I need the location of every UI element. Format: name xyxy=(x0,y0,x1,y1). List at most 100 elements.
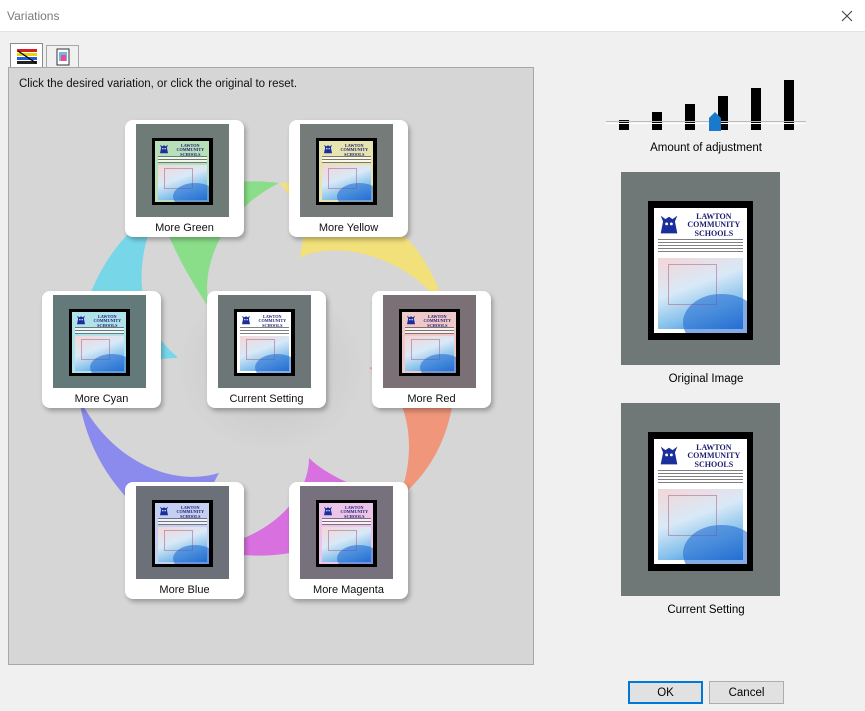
current-setting-preview: LAWTON COMMUNITY SCHOOLS xyxy=(621,403,780,596)
flyer-border: LAWTON COMMUNITY SCHOOLS xyxy=(315,499,378,567)
blue-devil-logo-icon xyxy=(242,315,251,325)
variation-label: More Red xyxy=(407,393,456,405)
close-icon xyxy=(841,10,853,22)
image-adjust-icon xyxy=(56,48,69,66)
tab-image-adjust[interactable] xyxy=(46,45,79,68)
flyer-page: LAWTON COMMUNITY SCHOOLS xyxy=(654,207,747,333)
flyer-map-graphic xyxy=(657,257,747,333)
flyer-body-text xyxy=(321,156,372,163)
ok-button[interactable]: OK xyxy=(628,681,703,704)
blue-devil-logo-icon xyxy=(660,446,678,464)
slider-thumb[interactable] xyxy=(709,112,721,131)
flyer-body-text xyxy=(657,470,743,484)
flyer-body-text xyxy=(404,327,455,334)
flyer-map-graphic xyxy=(157,165,210,202)
flyer-page: LAWTON COMMUNITY SCHOOLS xyxy=(237,312,292,373)
flyer-page: LAWTON COMMUNITY SCHOOLS xyxy=(155,141,210,202)
flyer-map-graphic xyxy=(157,527,210,564)
flyer-title: LAWTON COMMUNITY SCHOOLS xyxy=(337,505,372,519)
variation-more-magenta[interactable]: LAWTON COMMUNITY SCHOOLS More Magenta xyxy=(289,482,408,599)
flyer-body-text xyxy=(657,239,743,253)
flyer-title: LAWTON COMMUNITY SCHOOLS xyxy=(90,314,125,328)
blue-devil-logo-icon xyxy=(77,315,86,325)
flyer-page: LAWTON COMMUNITY SCHOOLS xyxy=(402,312,457,373)
flyer-title: LAWTON COMMUNITY SCHOOLS xyxy=(337,143,372,157)
adjustment-level-bar xyxy=(685,104,695,130)
variation-more-yellow[interactable]: LAWTON COMMUNITY SCHOOLS More Yellow xyxy=(289,120,408,237)
variation-more-red[interactable]: LAWTON COMMUNITY SCHOOLS More Red xyxy=(372,291,491,408)
flyer-body-text xyxy=(239,327,290,334)
blue-devil-logo-icon xyxy=(324,506,333,516)
variations-panel: Click the desired variation, or click th… xyxy=(8,67,534,665)
blue-devil-logo-icon xyxy=(407,315,416,325)
flyer-page: LAWTON COMMUNITY SCHOOLS xyxy=(319,141,374,202)
flyer-title-line: SCHOOLS xyxy=(694,228,734,238)
current-setting-label: Current Setting xyxy=(667,604,745,616)
flyer-title-line: SCHOOLS xyxy=(694,459,734,469)
flyer-border: LAWTON COMMUNITY SCHOOLS xyxy=(151,499,214,567)
flyer-title: LAWTON COMMUNITY SCHOOLS xyxy=(684,443,744,469)
flyer-border: LAWTON COMMUNITY SCHOOLS xyxy=(648,200,753,340)
variation-current-setting[interactable]: LAWTON COMMUNITY SCHOOLS Current Setting xyxy=(207,291,326,408)
original-image-label: Original Image xyxy=(668,373,744,385)
flyer-map-graphic xyxy=(321,527,374,564)
flyer-map-graphic xyxy=(404,336,457,373)
variation-more-blue[interactable]: LAWTON COMMUNITY SCHOOLS More Blue xyxy=(125,482,244,599)
blue-devil-logo-icon xyxy=(160,506,169,516)
variation-thumbnail: LAWTON COMMUNITY SCHOOLS xyxy=(300,124,393,217)
window-title: Variations xyxy=(7,9,60,23)
tab-variations[interactable] xyxy=(10,43,43,69)
original-image-preview[interactable]: LAWTON COMMUNITY SCHOOLS xyxy=(621,172,780,365)
variation-thumbnail: LAWTON COMMUNITY SCHOOLS xyxy=(300,486,393,579)
instruction-text: Click the desired variation, or click th… xyxy=(19,78,298,90)
flyer-map-graphic xyxy=(239,336,292,373)
flyer-map-graphic xyxy=(74,336,127,373)
slider-track[interactable] xyxy=(606,121,806,124)
flyer-border: LAWTON COMMUNITY SCHOOLS xyxy=(233,308,296,376)
flyer-page: LAWTON COMMUNITY SCHOOLS xyxy=(654,438,747,564)
adjustment-label: Amount of adjustment xyxy=(650,142,762,154)
flyer-title: LAWTON COMMUNITY SCHOOLS xyxy=(255,314,290,328)
flyer-border: LAWTON COMMUNITY SCHOOLS xyxy=(398,308,461,376)
flyer-map-graphic xyxy=(321,165,374,202)
variation-thumbnail: LAWTON COMMUNITY SCHOOLS xyxy=(218,295,311,388)
blue-devil-logo-icon xyxy=(660,215,678,233)
variation-label: Current Setting xyxy=(229,393,304,405)
flyer-body-text xyxy=(157,156,208,163)
flyer-title: LAWTON COMMUNITY SCHOOLS xyxy=(173,505,208,519)
variation-label: More Yellow xyxy=(318,222,379,234)
flyer-border: LAWTON COMMUNITY SCHOOLS xyxy=(315,137,378,205)
adjustment-slider[interactable] xyxy=(606,60,806,140)
blue-devil-logo-icon xyxy=(324,144,333,154)
flyer-page: LAWTON COMMUNITY SCHOOLS xyxy=(319,503,374,564)
flyer-map-graphic xyxy=(657,488,747,564)
variation-thumbnail: LAWTON COMMUNITY SCHOOLS xyxy=(383,295,476,388)
flyer-border: LAWTON COMMUNITY SCHOOLS xyxy=(151,137,214,205)
blue-devil-logo-icon xyxy=(160,144,169,154)
variation-label: More Blue xyxy=(159,584,210,596)
variation-more-cyan[interactable]: LAWTON COMMUNITY SCHOOLS More Cyan xyxy=(42,291,161,408)
flyer-border: LAWTON COMMUNITY SCHOOLS xyxy=(68,308,131,376)
flyer-page: LAWTON COMMUNITY SCHOOLS xyxy=(72,312,127,373)
variation-label: More Green xyxy=(155,222,214,234)
flyer-body-text xyxy=(157,518,208,525)
variation-thumbnail: LAWTON COMMUNITY SCHOOLS xyxy=(136,486,229,579)
variation-more-green[interactable]: LAWTON COMMUNITY SCHOOLS More Green xyxy=(125,120,244,237)
cancel-button[interactable]: Cancel xyxy=(709,681,784,704)
title-bar: Variations xyxy=(0,0,865,32)
close-button[interactable] xyxy=(835,4,859,28)
flyer-title: LAWTON COMMUNITY SCHOOLS xyxy=(173,143,208,157)
flyer-body-text xyxy=(74,327,125,334)
color-bars-icon xyxy=(16,48,37,64)
flyer-body-text xyxy=(321,518,372,525)
variation-label: More Magenta xyxy=(313,584,384,596)
flyer-title: LAWTON COMMUNITY SCHOOLS xyxy=(420,314,455,328)
current-setting-thumbnail: LAWTON COMMUNITY SCHOOLS xyxy=(621,403,780,596)
original-image-thumbnail: LAWTON COMMUNITY SCHOOLS xyxy=(621,172,780,365)
flyer-border: LAWTON COMMUNITY SCHOOLS xyxy=(648,431,753,571)
flyer-title: LAWTON COMMUNITY SCHOOLS xyxy=(684,212,744,238)
variation-thumbnail: LAWTON COMMUNITY SCHOOLS xyxy=(53,295,146,388)
variation-label: More Cyan xyxy=(74,393,129,405)
variation-thumbnail: LAWTON COMMUNITY SCHOOLS xyxy=(136,124,229,217)
flyer-page: LAWTON COMMUNITY SCHOOLS xyxy=(155,503,210,564)
